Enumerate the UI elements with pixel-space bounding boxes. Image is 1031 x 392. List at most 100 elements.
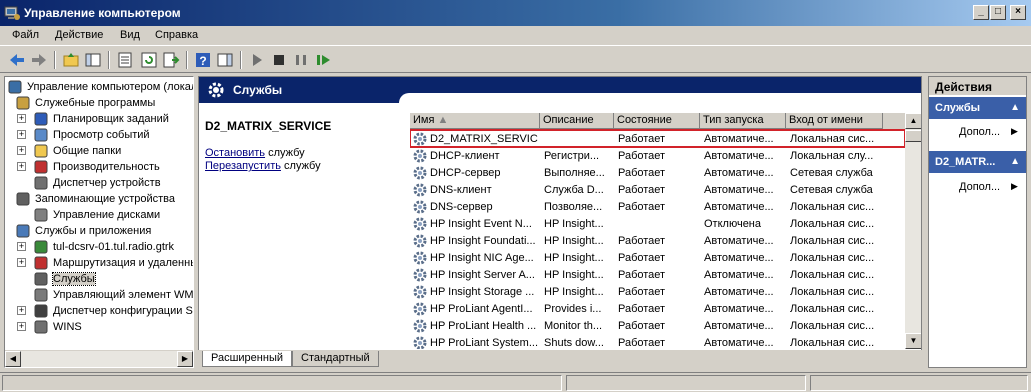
service-name: HP ProLiant AgentI...: [430, 303, 533, 315]
service-log-on-as: Локальная сис...: [790, 218, 875, 230]
service-gear-icon: [413, 200, 427, 214]
status-cell: [566, 375, 806, 391]
services-pane: Службы D2_MATRIX_SERVICE Остановить служ…: [198, 76, 922, 368]
service-gear-icon: [413, 132, 427, 146]
actions-section-services-label: Службы: [935, 102, 981, 114]
help-icon[interactable]: ?: [194, 51, 212, 69]
list-vertical-scrollbar[interactable]: ▲ ▼: [905, 113, 921, 349]
service-row[interactable]: DNS-клиент Служба D... Работает Автоматиче.…: [410, 181, 905, 198]
scroll-left-button[interactable]: ◀: [5, 351, 21, 367]
tree-item-label: Службы и приложения: [35, 225, 152, 237]
event-viewer-icon: [34, 128, 48, 142]
service-row[interactable]: HP Insight Event N... HP Insight... Отключ…: [410, 215, 905, 232]
service-log-on-as: Локальная слу...: [790, 150, 874, 162]
expand-toggle-icon[interactable]: +: [17, 306, 26, 315]
service-name: DHCP-сервер: [430, 167, 501, 179]
tree-item-label: Маршрутизация и удаленны: [53, 257, 194, 269]
expand-toggle-icon[interactable]: +: [17, 258, 26, 267]
services-header: Службы: [199, 77, 921, 103]
service-row[interactable]: HP Insight Foundati... HP Insight... Работ…: [410, 232, 905, 249]
menu-action[interactable]: Действие: [55, 29, 103, 41]
pause-service-icon[interactable]: [292, 51, 310, 69]
tab-standard[interactable]: Стандартный: [292, 351, 379, 367]
service-row[interactable]: HP Insight Storage ... HP Insight... Работ…: [410, 283, 905, 300]
column-status[interactable]: Состояние: [614, 113, 700, 129]
service-name: HP Insight Foundati...: [430, 235, 536, 247]
properties-icon[interactable]: [116, 51, 134, 69]
wmi-icon: [34, 288, 48, 302]
expand-toggle-icon[interactable]: +: [17, 130, 26, 139]
expand-toggle-icon[interactable]: +: [17, 322, 26, 331]
service-startup-type: Автоматиче...: [704, 252, 774, 264]
close-button[interactable]: ×: [1010, 5, 1026, 20]
service-startup-type: Автоматиче...: [704, 133, 774, 145]
service-description: HP Insight...: [544, 235, 604, 247]
tab-extended[interactable]: Расширенный: [202, 351, 292, 367]
service-status: Работает: [618, 201, 666, 213]
tree-horizontal-scrollbar[interactable]: ◀ ▶: [5, 350, 193, 367]
service-row[interactable]: HP Insight Server A... HP Insight... Работ…: [410, 266, 905, 283]
service-row[interactable]: HP ProLiant AgentI... Provides i... Работа…: [410, 300, 905, 317]
service-description: HP Insight...: [544, 218, 604, 230]
expand-toggle-icon[interactable]: +: [17, 114, 26, 123]
service-row[interactable]: HP ProLiant Health ... Monitor th... Работ…: [410, 317, 905, 334]
forward-icon[interactable]: [30, 51, 48, 69]
refresh-icon[interactable]: [140, 51, 158, 69]
service-gear-icon: [413, 268, 427, 282]
collapse-icon[interactable]: ▲: [1010, 156, 1020, 167]
column-startup-type[interactable]: Тип запуска: [700, 113, 786, 129]
expand-toggle-icon[interactable]: +: [17, 242, 26, 251]
tree-item-label: Просмотр событий: [53, 129, 150, 141]
disk-icon: [34, 208, 48, 222]
menu-file[interactable]: Файл: [12, 29, 39, 41]
service-row[interactable]: DNS-сервер Позволяе... Работает Автоматиче.…: [410, 198, 905, 215]
stop-service-icon[interactable]: [270, 51, 288, 69]
actions-more-selected-service[interactable]: Допол... ▶: [959, 181, 1018, 193]
service-row[interactable]: DHCP-клиент Регистри... Работает Автоматиче…: [410, 147, 905, 164]
device-manager-icon: [34, 176, 48, 190]
back-icon[interactable]: [8, 51, 26, 69]
stop-service-link[interactable]: Остановить: [205, 147, 265, 159]
service-row[interactable]: DHCP-сервер Выполняе... Работает Автоматиче…: [410, 164, 905, 181]
service-description: Служба D...: [544, 184, 604, 196]
scroll-right-button[interactable]: ▶: [177, 351, 193, 367]
scroll-up-button[interactable]: ▲: [905, 113, 921, 129]
show-hide-action-pane-icon[interactable]: [216, 51, 234, 69]
service-gear-icon: [413, 149, 427, 163]
menu-help[interactable]: Справка: [155, 29, 198, 41]
show-hide-tree-icon[interactable]: [84, 51, 102, 69]
restart-service-icon[interactable]: [314, 51, 332, 69]
column-log-on-as[interactable]: Вход от имени: [786, 113, 883, 129]
actions-section-selected-service[interactable]: D2_MATR... ▲: [929, 151, 1026, 173]
scroll-thumb[interactable]: [905, 130, 921, 142]
list-header: Имя ▲ Описание Состояние Тип запуска Вхо…: [410, 113, 905, 129]
service-name: HP Insight Storage ...: [430, 286, 535, 298]
service-name: D2_MATRIX_SERVICE: [430, 133, 538, 145]
service-log-on-as: Локальная сис...: [790, 252, 875, 264]
service-gear-icon: [413, 183, 427, 197]
service-description: HP Insight...: [544, 286, 604, 298]
collapse-icon[interactable]: ▲: [1010, 102, 1020, 113]
restart-service-link[interactable]: Перезапустить: [205, 160, 281, 172]
actions-section-services[interactable]: Службы ▲: [929, 97, 1026, 119]
services-apps-icon: [16, 224, 30, 238]
start-service-icon[interactable]: [248, 51, 266, 69]
minimize-button[interactable]: _: [973, 5, 989, 20]
column-name[interactable]: Имя ▲: [410, 113, 540, 129]
column-description[interactable]: Описание: [540, 113, 614, 129]
expand-toggle-icon[interactable]: +: [17, 162, 26, 171]
service-description: Shuts dow...: [544, 337, 604, 349]
menu-view[interactable]: Вид: [120, 29, 140, 41]
config-icon: [34, 304, 48, 318]
service-row-selected[interactable]: D2_MATRIX_SERVICE Работает Автоматиче... Ло…: [410, 129, 905, 148]
scroll-down-button[interactable]: ▼: [905, 333, 921, 349]
service-row[interactable]: HP Insight NIC Age... HP Insight... Работа…: [410, 249, 905, 266]
expand-toggle-icon[interactable]: +: [17, 146, 26, 155]
actions-section-selected-label: D2_MATR...: [935, 156, 996, 168]
service-startup-type: Автоматиче...: [704, 269, 774, 281]
service-row[interactable]: HP ProLiant System... Shuts dow... Работае…: [410, 334, 905, 349]
up-folder-icon[interactable]: [62, 51, 80, 69]
maximize-button[interactable]: □: [990, 5, 1006, 20]
actions-more-services[interactable]: Допол... ▶: [959, 126, 1018, 138]
export-list-icon[interactable]: [162, 51, 180, 69]
